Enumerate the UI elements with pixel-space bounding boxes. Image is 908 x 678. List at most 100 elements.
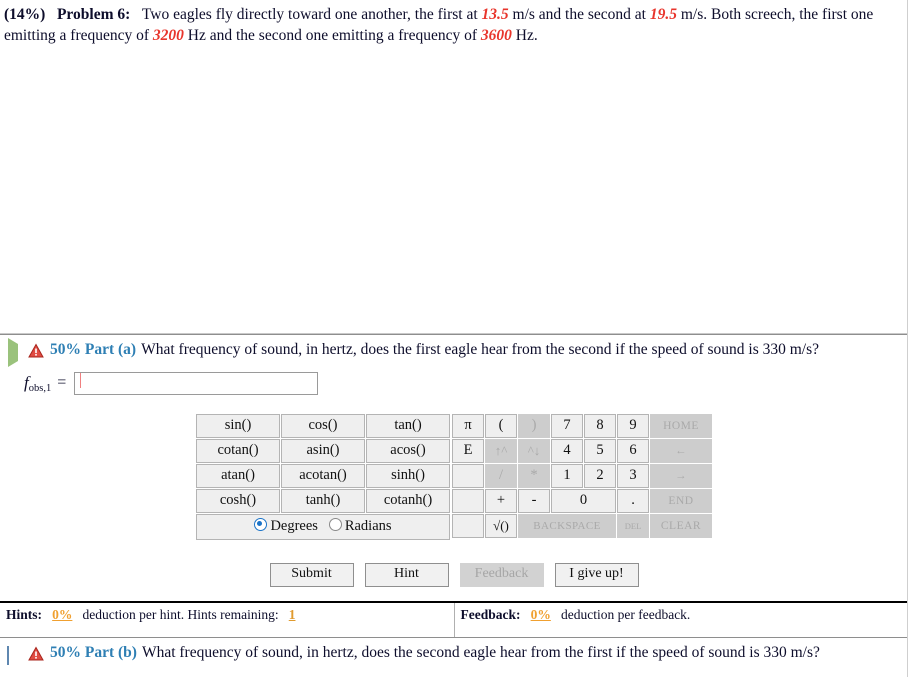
table-row: cosh() tanh() cotanh(): [196, 488, 450, 513]
problem-text-1: Two eagles fly directly toward one anoth…: [141, 6, 482, 23]
table-row: π() 7 8 9 HOME: [452, 413, 712, 438]
keypad-key-6[interactable]: 6: [617, 438, 649, 463]
part-a-question: What frequency of sound, in hertz, does …: [141, 340, 820, 358]
keypad-key-backspace: BACKSPACE: [518, 513, 616, 538]
problem-value-f2: 3600: [480, 27, 512, 45]
text-caret: [80, 373, 82, 389]
keypad-key-e[interactable]: E: [452, 438, 484, 463]
keypad-key-7[interactable]: 7: [551, 413, 583, 438]
keypad-key-tanh[interactable]: tanh(): [281, 488, 365, 513]
keypad-key-sinh[interactable]: sinh(): [366, 463, 450, 488]
problem-value-f1: 3200: [152, 27, 184, 45]
keypad-key-home: HOME: [650, 413, 712, 438]
action-button-row: Submit Hint Feedback I give up!: [0, 562, 908, 587]
answer-input[interactable]: [74, 371, 319, 395]
part-b-row: 50% Part (b) What frequency of sound, in…: [0, 638, 908, 665]
submit-button[interactable]: Submit: [269, 562, 354, 587]
part-a-answer-line: fobs,1 =: [0, 362, 908, 399]
problem-percent: (14%): [4, 6, 46, 23]
numeric-keypad: π() 7 8 9 HOME E ↑^ ^↓ 4 5 6 ← / * 1 2 3 → + -0. END √() BACKS…: [451, 412, 713, 539]
keypad-key-end: END: [650, 488, 712, 513]
keypad-key-acos[interactable]: acos(): [366, 438, 450, 463]
part-a-row: 50% Part (a) What frequency of sound, in…: [0, 335, 908, 367]
keypad-key-+[interactable]: +: [485, 488, 517, 513]
feedback-deduction-percent[interactable]: 0%: [531, 607, 551, 622]
radio-degrees-icon[interactable]: [254, 518, 268, 532]
keypad-key-4[interactable]: 4: [551, 438, 583, 463]
keypad-key-atan[interactable]: atan(): [196, 463, 280, 488]
numeric-rows: π() 7 8 9 HOME E ↑^ ^↓ 4 5 6 ← / * 1 2 3 → + -0. END √() BACKS…: [452, 413, 712, 538]
keypad-key-acotan[interactable]: acotan(): [281, 463, 365, 488]
problem-text-5: Hz.: [511, 27, 538, 45]
keypad-key-8[interactable]: 8: [584, 413, 616, 438]
table-row: √() BACKSPACE DEL CLEAR: [452, 513, 712, 538]
feedback-cell: Feedback: 0% deduction per feedback.: [454, 603, 908, 637]
math-keypad: sin() cos() tan() cotan() asin() acos() atan()…: [0, 412, 908, 541]
hints-remaining-count[interactable]: 1: [289, 607, 296, 622]
problem-label: Problem 6:: [56, 6, 131, 23]
keypad-key-.[interactable]: .: [617, 488, 649, 513]
radio-radians-icon[interactable]: [328, 518, 342, 532]
angle-mode-row: Degrees Radians: [196, 513, 450, 540]
table-row: sin() cos() tan(): [196, 413, 450, 438]
square-collapsed-icon[interactable]: [6, 645, 22, 665]
problem-statement: (14%) Problem 6: Two eagles fly directly…: [0, 0, 908, 47]
keypad-key-cos[interactable]: cos(): [281, 413, 365, 438]
keypad-key-blank[interactable]: [452, 513, 484, 538]
problem-value-v2: 19.5: [649, 6, 677, 23]
answer-variable-label: fobs,1: [24, 372, 52, 394]
hints-deduction-percent[interactable]: 0%: [52, 607, 72, 622]
feedback-button: Feedback: [459, 562, 544, 587]
problem-text-4: Hz and the second one emitting a frequen…: [183, 27, 481, 45]
work-area: [0, 47, 908, 333]
equals-sign: =: [57, 374, 67, 392]
problem-text-2: m/s and the second at: [508, 6, 650, 23]
keypad-key-2[interactable]: 2: [584, 463, 616, 488]
hints-feedback-table: Hints: 0% deduction per hint. Hints rema…: [0, 602, 908, 637]
keypad-key-*: *: [518, 463, 550, 488]
keypad-key-blank[interactable]: [452, 463, 484, 488]
keypad-key-0[interactable]: 0: [551, 488, 616, 513]
keypad-key-9[interactable]: 9: [617, 413, 649, 438]
keypad-key--[interactable]: -: [518, 488, 550, 513]
keypad-key-→: →: [650, 463, 712, 488]
keypad-key-cotan[interactable]: cotan(): [196, 438, 280, 463]
keypad-key-^↓: ^↓: [518, 438, 550, 463]
feedback-label: Feedback:: [460, 606, 521, 622]
keypad-key-key: ): [518, 413, 550, 438]
give-up-button[interactable]: I give up!: [554, 562, 639, 587]
radians-radio-option[interactable]: Radians: [328, 518, 392, 535]
keypad-key-π[interactable]: π: [452, 413, 484, 438]
keypad-key-cotanh[interactable]: cotanh(): [366, 488, 450, 513]
part-b-question: What frequency of sound, in hertz, does …: [141, 643, 820, 661]
function-rows: sin() cos() tan() cotan() asin() acos() atan()…: [196, 413, 450, 540]
keypad-key-5[interactable]: 5: [584, 438, 616, 463]
keypad-key-del: DEL: [617, 513, 649, 538]
degrees-label: Degrees: [270, 518, 318, 535]
function-keypad: sin() cos() tan() cotan() asin() acos() atan()…: [195, 412, 451, 541]
table-row: E ↑^ ^↓ 4 5 6 ←: [452, 438, 712, 463]
keypad-key-key[interactable]: (: [485, 413, 517, 438]
part-b-percent: 50% Part (b): [50, 643, 137, 661]
keypad-key-clear: CLEAR: [650, 513, 712, 538]
keypad-key-/: /: [485, 463, 517, 488]
keypad-key-blank[interactable]: [452, 488, 484, 513]
hints-cell: Hints: 0% deduction per hint. Hints rema…: [0, 602, 455, 637]
table-row: / * 1 2 3 →: [452, 463, 712, 488]
hints-label: Hints:: [6, 606, 43, 622]
radians-label: Radians: [344, 518, 392, 535]
feedback-text: deduction per feedback.: [561, 606, 691, 622]
keypad-key-3[interactable]: 3: [617, 463, 649, 488]
part-a-percent: 50% Part (a): [50, 340, 137, 358]
triangle-right-icon[interactable]: [6, 337, 22, 367]
keypad-key-asin[interactable]: asin(): [281, 438, 365, 463]
keypad-key-↑^: ↑^: [485, 438, 517, 463]
keypad-key-√[interactable]: √(): [485, 513, 517, 538]
problem-value-v1: 13.5: [481, 6, 509, 23]
degrees-radio-option[interactable]: Degrees: [254, 518, 318, 534]
keypad-key-sin[interactable]: sin(): [196, 413, 280, 438]
keypad-key-tan[interactable]: tan(): [366, 413, 450, 438]
keypad-key-cosh[interactable]: cosh(): [196, 488, 280, 513]
keypad-key-1[interactable]: 1: [551, 463, 583, 488]
hint-button[interactable]: Hint: [364, 562, 449, 587]
